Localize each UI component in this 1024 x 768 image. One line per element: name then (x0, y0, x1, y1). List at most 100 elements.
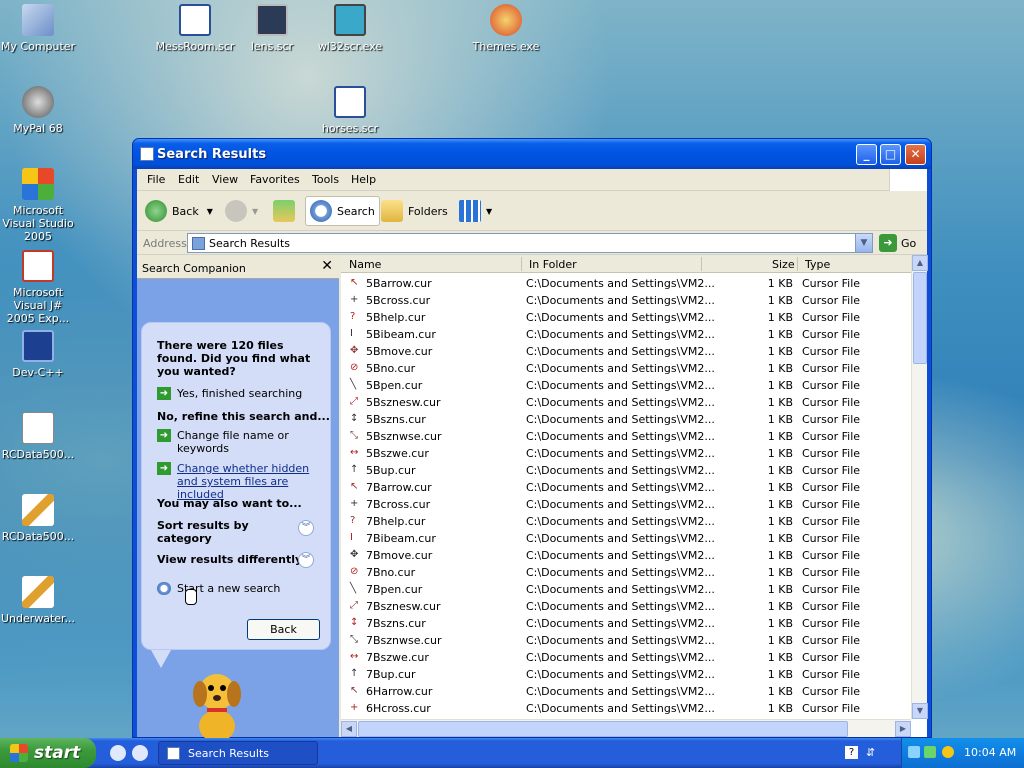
change-file-name-link[interactable]: ➜ Change file name or keywords (157, 429, 307, 455)
table-row[interactable]: ╲ 7Bpen.cur C:\Documents and Settings\VM2.… (341, 581, 911, 598)
table-row[interactable]: ? 7Bhelp.cur C:\Documents and Settings\VM2… (341, 513, 911, 530)
taskbar-item-search-results[interactable]: Search Results (158, 741, 318, 765)
table-row[interactable]: ↔ 5Bszwe.cur C:\Documents and Settings\VM2… (341, 445, 911, 462)
column-divider[interactable] (521, 257, 522, 271)
go-button[interactable]: ➜ Go (879, 233, 916, 253)
table-row[interactable]: ⤡ 7Bsznwse.cur C:\Documents and Settings\V… (341, 632, 911, 649)
views-button[interactable]: ▼ (459, 196, 492, 226)
desktop-icon-my-computer[interactable]: My Computer (0, 4, 78, 53)
file-name: 5Bibeam.cur (366, 328, 436, 341)
scroll-right-icon[interactable]: ▶ (895, 721, 911, 737)
maximize-button[interactable]: □ (880, 144, 901, 165)
table-row[interactable]: +6Hcross.cur C:\Documents and Settings\VM… (341, 700, 911, 717)
table-row[interactable]: ↕ 5Bszns.cur C:\Documents and Settings\VM2… (341, 411, 911, 428)
search-results-window[interactable]: Search Results _ □ ✕ File Edit View Favo… (132, 138, 932, 742)
companion-back-button[interactable]: Back (247, 619, 320, 640)
table-row[interactable]: +7Bcross.cur C:\Documents and Settings\VM… (341, 496, 911, 513)
table-row[interactable]: ↖ 7Barrow.cur C:\Documents and Settings\VM… (341, 479, 911, 496)
tray-app-icon[interactable] (908, 746, 920, 758)
back-dropdown-icon[interactable]: ▼ (207, 207, 213, 216)
menu-view[interactable]: View (212, 173, 238, 186)
table-row[interactable]: ╲ 5Bpen.cur C:\Documents and Settings\VM2.… (341, 377, 911, 394)
table-row[interactable]: ↖ 5Barrow.cur C:\Documents and Settings\VM… (341, 275, 911, 292)
table-row[interactable]: ↑ 7Bup.cur C:\Documents and Settings\VM2..… (341, 666, 911, 683)
table-row[interactable]: ⤢ 7Bsznesw.cur C:\Documents and Settings\V… (341, 598, 911, 615)
browser-icon[interactable] (132, 745, 148, 761)
change-hidden-files-link[interactable]: ➜ Change whether hidden and system files… (157, 462, 322, 501)
vertical-scroll-thumb[interactable] (913, 272, 927, 364)
column-name-header[interactable]: Name (349, 258, 381, 271)
table-row[interactable]: ✥ 7Bmove.cur C:\Documents and Settings\VM2… (341, 547, 911, 564)
column-size-header[interactable]: Size (772, 258, 795, 271)
horizontal-scrollbar[interactable]: ◀ ▶ (341, 719, 911, 737)
view-results-link[interactable]: View results differently (157, 553, 302, 566)
desktop-icon-rcdata-2[interactable]: RCData500... (0, 494, 78, 543)
table-row[interactable]: I 5Bibeam.cur C:\Documents and Settings\VM… (341, 326, 911, 343)
title-bar[interactable]: Search Results _ □ ✕ (133, 139, 931, 169)
start-new-search-link[interactable]: Start a new search (157, 582, 280, 595)
desktop-icon-wl32scr[interactable]: wl32scr.exe (310, 4, 390, 53)
search-button[interactable]: Search (305, 196, 380, 226)
menu-favorites[interactable]: Favorites (250, 173, 300, 186)
menu-tools[interactable]: Tools (312, 173, 339, 186)
close-companion-icon[interactable]: ✕ (321, 258, 333, 274)
table-row[interactable]: ✥ 5Bmove.cur C:\Documents and Settings\VM2… (341, 343, 911, 360)
table-row[interactable]: ↕ 7Bszns.cur C:\Documents and Settings\VM2… (341, 615, 911, 632)
table-row[interactable]: ↖ 6Harrow.cur C:\Documents and Settings\VM… (341, 683, 911, 700)
internet-explorer-icon[interactable] (110, 745, 126, 761)
scroll-up-icon[interactable]: ▲ (912, 255, 928, 271)
menu-file[interactable]: File (147, 173, 165, 186)
desktop-icon-mypal[interactable]: MyPal 68 (0, 86, 78, 135)
desktop-icon-underwater[interactable]: Underwater... (0, 576, 78, 625)
desktop-icon-vjsharp[interactable]: Microsoft Visual J# 2005 Exp... (0, 250, 78, 325)
tray-security-icon[interactable] (924, 746, 936, 758)
vertical-scrollbar[interactable]: ▲ ▼ (911, 255, 928, 719)
forward-dropdown-icon[interactable]: ▼ (252, 207, 258, 216)
back-nav-button[interactable]: Back ▼ (145, 196, 213, 226)
up-folder-button[interactable] (273, 196, 300, 226)
scroll-left-icon[interactable]: ◀ (341, 721, 357, 737)
table-row[interactable]: ↑ 5Bup.cur C:\Documents and Settings\VM2..… (341, 462, 911, 479)
file-size: 1 KB (767, 464, 793, 477)
views-dropdown-icon[interactable]: ▼ (486, 207, 492, 216)
close-button[interactable]: ✕ (905, 144, 926, 165)
desktop-icon-lens[interactable]: lens.scr (232, 4, 312, 53)
address-dropdown-icon[interactable]: ▼ (855, 234, 872, 252)
table-row[interactable]: +5Bcross.cur C:\Documents and Settings\VM… (341, 292, 911, 309)
desktop-icon-horses[interactable]: horses.scr (310, 86, 390, 135)
menu-help[interactable]: Help (351, 173, 376, 186)
start-button[interactable]: start (0, 738, 96, 768)
table-row[interactable]: ⤡ 5Bsznwse.cur C:\Documents and Settings\V… (341, 428, 911, 445)
table-row[interactable]: ⤢ 5Bsznesw.cur C:\Documents and Settings\V… (341, 394, 911, 411)
column-divider[interactable] (797, 257, 798, 271)
column-folder-header[interactable]: In Folder (529, 258, 577, 271)
desktop-icon-rcdata-1[interactable]: RCData500... (0, 412, 78, 461)
column-divider[interactable] (701, 257, 702, 271)
table-row[interactable]: ↔ 7Bszwe.cur C:\Documents and Settings\VM2… (341, 649, 911, 666)
minimize-button[interactable]: _ (856, 144, 877, 165)
desktop-icon-visual-studio[interactable]: Microsoft Visual Studio 2005 (0, 168, 78, 243)
address-input[interactable]: Search Results ▼ (187, 233, 873, 253)
table-row[interactable]: I 7Bibeam.cur C:\Documents and Settings\VM… (341, 530, 911, 547)
menu-edit[interactable]: Edit (178, 173, 199, 186)
taskbar-clock[interactable]: 10:04 AM (964, 746, 1016, 759)
yes-finished-link[interactable]: ➜ Yes, finished searching (157, 387, 322, 400)
expand-chevron-icon[interactable]: ︾ (298, 520, 314, 536)
column-type-header[interactable]: Type (805, 258, 830, 271)
network-icon[interactable]: ⇵ (866, 746, 879, 759)
sort-results-link[interactable]: Sort results by category (157, 519, 257, 545)
desktop-icon-themes[interactable]: Themes.exe (466, 4, 546, 53)
table-row[interactable]: ⊘ 5Bno.cur C:\Documents and Settings\VM2..… (341, 360, 911, 377)
folders-button[interactable]: Folders (381, 196, 448, 226)
desktop-icon-messroom[interactable]: MessRoom.scr (155, 4, 235, 53)
desktop-icon-devcpp[interactable]: Dev-C++ (0, 330, 78, 379)
help-icon[interactable]: ? (845, 746, 858, 759)
file-name: 7Bcross.cur (366, 498, 431, 511)
forward-nav-button[interactable]: ▼ (225, 196, 258, 226)
tray-search-icon[interactable] (942, 746, 954, 758)
scroll-down-icon[interactable]: ▼ (912, 703, 928, 719)
horizontal-scroll-thumb[interactable] (358, 721, 848, 737)
table-row[interactable]: ? 5Bhelp.cur C:\Documents and Settings\VM2… (341, 309, 911, 326)
table-row[interactable]: ⊘ 7Bno.cur C:\Documents and Settings\VM2..… (341, 564, 911, 581)
expand-chevron-icon[interactable]: ︾ (298, 552, 314, 568)
